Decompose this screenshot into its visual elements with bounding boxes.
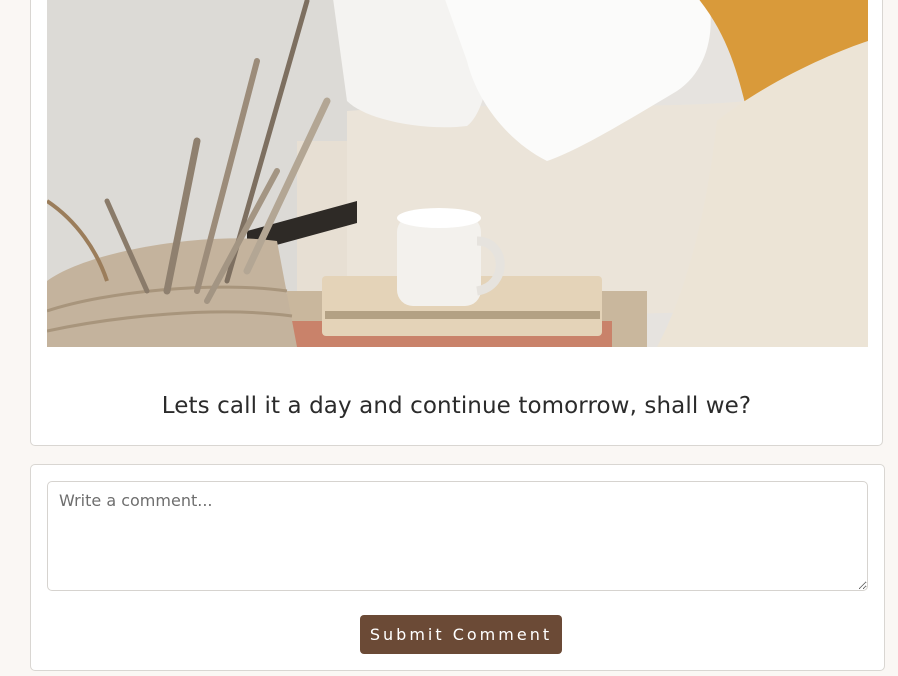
comment-input[interactable] xyxy=(47,481,868,591)
post-card: Lets call it a day and continue tomorrow… xyxy=(30,0,883,446)
comment-form: Submit Comment xyxy=(30,464,885,671)
post-caption: Lets call it a day and continue tomorrow… xyxy=(161,393,752,419)
submit-comment-button[interactable]: Submit Comment xyxy=(360,615,562,654)
post-image xyxy=(47,0,868,347)
